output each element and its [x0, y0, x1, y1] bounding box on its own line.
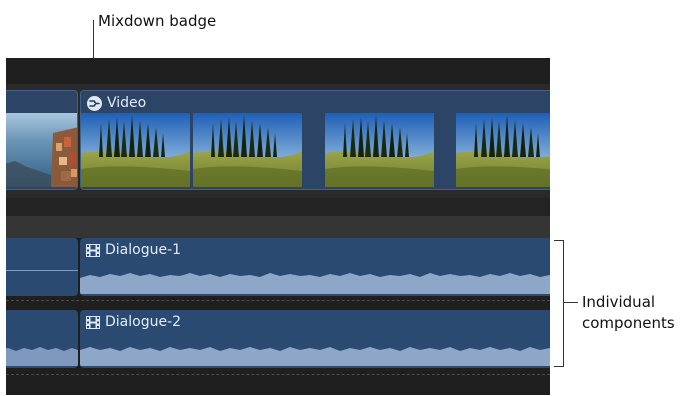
components-bracket-bottom [554, 366, 564, 367]
dialogue-2-clip[interactable]: Dialogue-2 [80, 310, 550, 368]
components-bracket-vertical [563, 240, 564, 367]
dialogue-2-name: Dialogue-2 [105, 314, 182, 330]
coastal-town-thumbnail [6, 113, 77, 187]
individual-components-callout: Individual components [582, 292, 675, 334]
mixdown-badge-icon[interactable] [87, 95, 102, 111]
dialogue-1-name: Dialogue-1 [105, 242, 182, 258]
dialogue-1-waveform [80, 273, 550, 294]
lane-divider-2 [6, 374, 550, 375]
previous-audio-clip-1[interactable] [6, 238, 78, 296]
audio-level-line [6, 270, 78, 271]
film-strip-icon [86, 243, 100, 257]
dialogue-2-label: Dialogue-2 [86, 313, 181, 331]
dialogue-1-clip[interactable]: Dialogue-1 [80, 238, 550, 296]
dialogue-1-label: Dialogue-1 [86, 241, 181, 259]
timeline[interactable]: Video Dialogue-1 Dialogue-2 [6, 58, 550, 395]
video-clip[interactable]: Video [80, 90, 550, 190]
components-callout-line1: Individual [582, 293, 656, 311]
filmstrip-thumbnails [81, 113, 550, 187]
lane-separator [6, 216, 550, 238]
video-clip-label: Video [87, 94, 146, 112]
film-strip-icon [86, 315, 100, 329]
previous-audio-waveform [6, 347, 78, 366]
components-bracket-pointer [564, 302, 578, 303]
mixdown-badge-callout: Mixdown badge [98, 12, 217, 30]
previous-audio-clip-2[interactable] [6, 310, 78, 368]
lane-divider-1 [6, 300, 550, 301]
components-callout-line2: components [582, 314, 675, 332]
timeline-top-band [6, 58, 550, 84]
video-clip-name: Video [107, 95, 147, 111]
previous-video-clip[interactable] [6, 90, 78, 190]
gap-band [6, 198, 550, 218]
dialogue-2-waveform [80, 347, 550, 366]
